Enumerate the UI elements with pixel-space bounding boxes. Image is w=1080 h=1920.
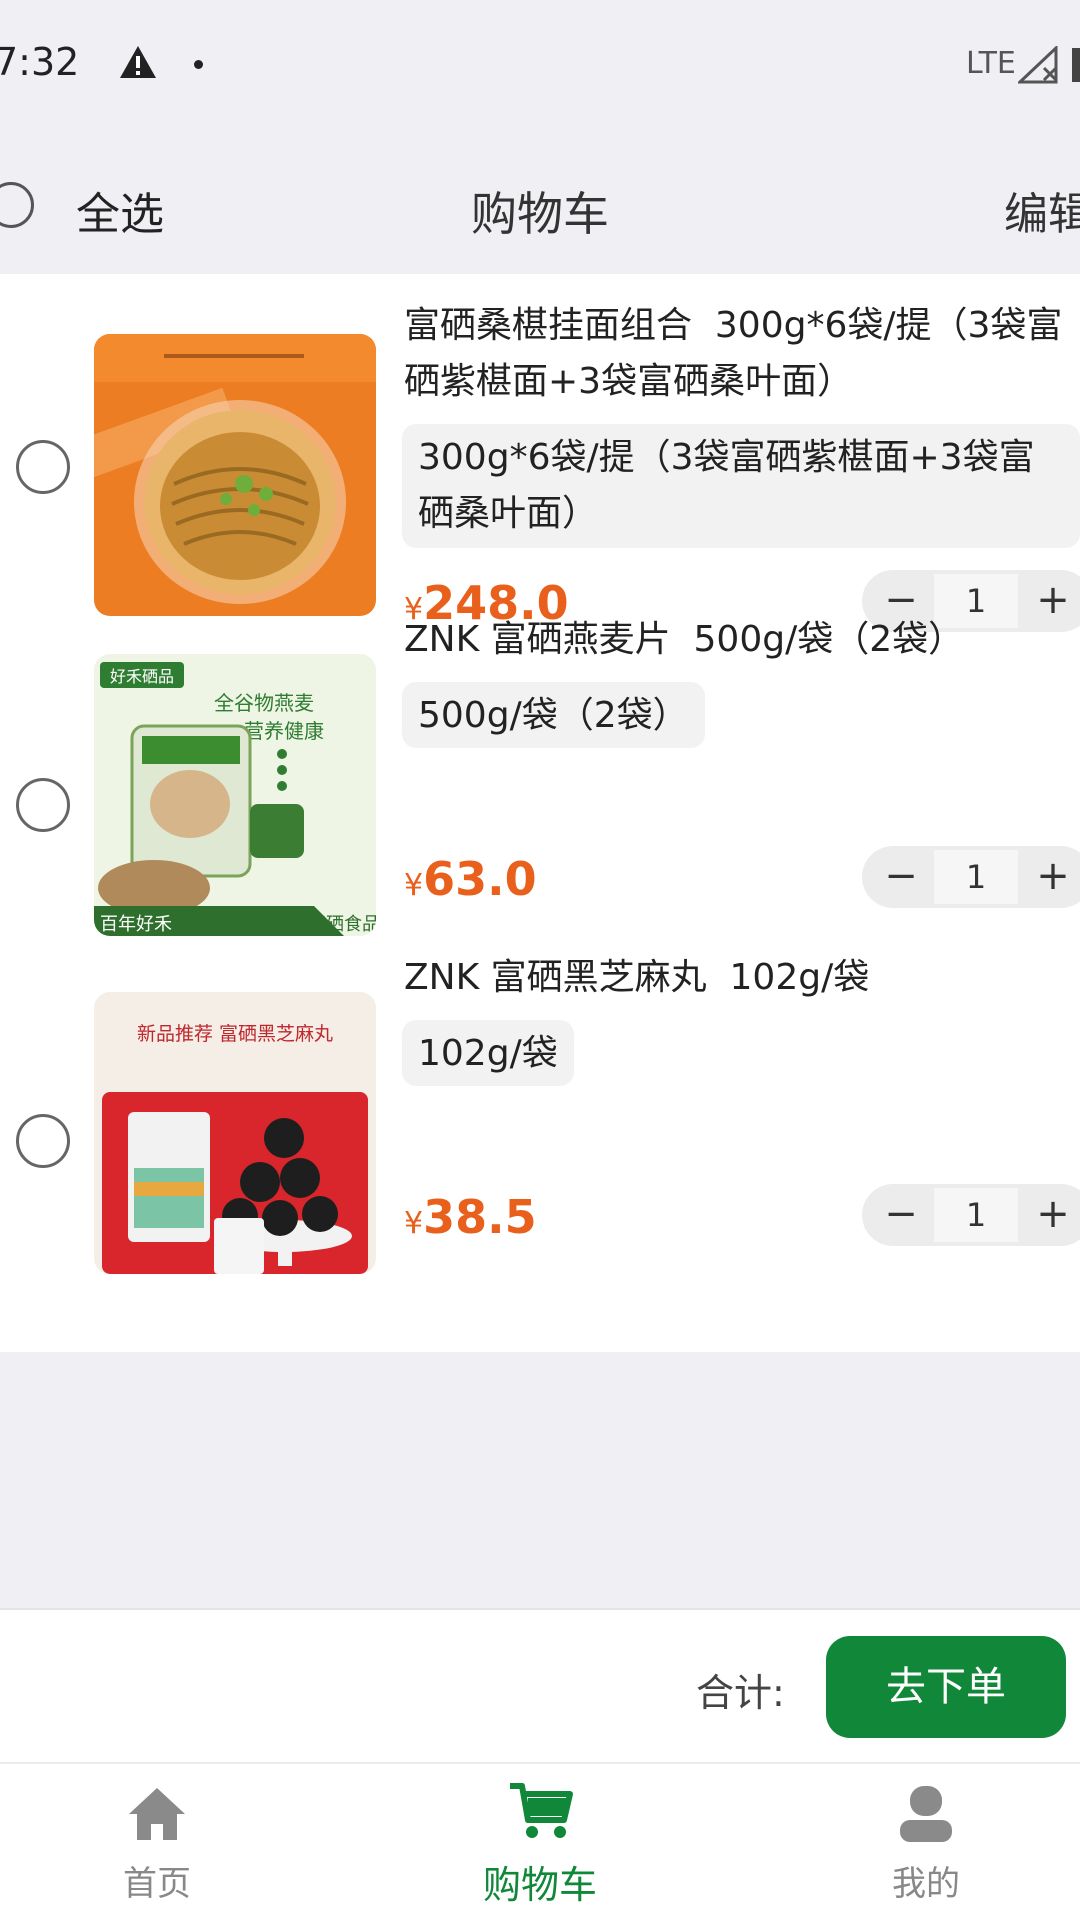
tab-label: 购物车 (482, 1863, 597, 1907)
home-icon (129, 1788, 185, 1840)
cart-icon (510, 1783, 573, 1838)
cart-item: 好禾硒品 全谷物燕麦 营养健康 百年好禾 富硒食品 ZNK 富硒燕麦片 500g… (0, 612, 1080, 950)
total-label: 合计: (696, 1671, 785, 1715)
cart-item: 新品推荐 富硒黑芝麻丸 ZNK 富硒黑芝麻丸 102g/袋 102g/袋 ¥38… (0, 950, 1080, 1288)
quantity-stepper: − 1 + (862, 1184, 1080, 1246)
tab-label: 我的 (892, 1864, 960, 1904)
product-image-black-sesame[interactable]: 新品推荐 富硒黑芝麻丸 (94, 992, 376, 1274)
svg-text:富硒食品: 富硒食品 (308, 914, 376, 935)
product-price: ¥38.5 (404, 1190, 537, 1244)
increase-quantity-button[interactable]: + (1020, 1184, 1080, 1246)
status-time: 7:32 (0, 40, 80, 84)
product-spec[interactable]: 300g*6袋/提（3袋富硒紫椹面+3袋富硒桑叶面） (402, 424, 1080, 548)
checkout-bar: 合计: 去下单 (0, 1608, 1080, 1764)
warning-icon (120, 46, 156, 78)
select-all-label[interactable]: 全选 (76, 178, 164, 242)
decrease-quantity-button[interactable]: − (868, 846, 934, 908)
price-amount: 38.5 (423, 1190, 537, 1244)
cart-header: 购物车 全选 编辑 (0, 132, 1080, 274)
item-select-radio[interactable] (16, 440, 70, 494)
svg-text:新品推荐 富硒黑芝麻丸: 新品推荐 富硒黑芝麻丸 (137, 1023, 333, 1045)
svg-text:好禾硒品: 好禾硒品 (110, 667, 174, 686)
quantity-input[interactable]: 1 (934, 850, 1018, 904)
currency-symbol: ¥ (404, 1206, 424, 1241)
cart-list: 富硒桑椹挂面组合 300g*6袋/提（3袋富硒紫椹面+3袋富硒桑叶面） 300g… (0, 274, 1080, 1352)
item-select-radio[interactable] (16, 1114, 70, 1168)
product-image-mulberry-noodles[interactable] (94, 334, 376, 616)
product-spec[interactable]: 500g/袋（2袋） (402, 682, 705, 748)
price-amount: 63.0 (423, 852, 537, 906)
product-price: ¥63.0 (404, 852, 537, 906)
product-title[interactable]: ZNK 富硒燕麦片 500g/袋（2袋） (404, 612, 1080, 668)
currency-symbol: ¥ (404, 868, 424, 903)
status-bar: 7:32 LTE (0, 0, 1080, 132)
cart-item: 富硒桑椹挂面组合 300g*6袋/提（3袋富硒紫椹面+3袋富硒桑叶面） 300g… (0, 274, 1080, 632)
svg-text:百年好禾: 百年好禾 (100, 914, 172, 935)
tab-cart[interactable]: 购物车 (440, 1764, 640, 1920)
notification-dot-icon (194, 60, 203, 69)
quantity-input[interactable]: 1 (934, 1188, 1018, 1242)
checkout-button[interactable]: 去下单 (826, 1636, 1066, 1738)
quantity-stepper: − 1 + (862, 846, 1080, 908)
product-title[interactable]: 富硒桑椹挂面组合 300g*6袋/提（3袋富硒紫椹面+3袋富硒桑叶面） (404, 298, 1080, 410)
decrease-quantity-button[interactable]: − (868, 1184, 934, 1246)
product-title[interactable]: ZNK 富硒黑芝麻丸 102g/袋 (404, 950, 1080, 1006)
item-select-radio[interactable] (16, 778, 70, 832)
battery-icon (1072, 48, 1080, 82)
increase-quantity-button[interactable]: + (1020, 846, 1080, 908)
tab-home[interactable]: 首页 (57, 1764, 257, 1920)
tab-profile[interactable]: 我的 (826, 1764, 1026, 1920)
tab-bar: 首页 购物车 我的 (0, 1762, 1080, 1920)
svg-text:营养健康: 营养健康 (244, 719, 324, 743)
signal-icon (1018, 46, 1058, 84)
product-spec[interactable]: 102g/袋 (402, 1020, 574, 1086)
cart-screen: 7:32 LTE 购物车 全选 编辑 富硒桑椹挂面组合 300g*6袋/提（3袋… (0, 0, 1080, 1920)
product-image-oatmeal[interactable]: 好禾硒品 全谷物燕麦 营养健康 百年好禾 富硒食品 (94, 654, 376, 936)
user-icon (900, 1786, 952, 1842)
tab-label: 首页 (123, 1864, 191, 1904)
svg-text:全谷物燕麦: 全谷物燕麦 (214, 691, 314, 715)
edit-button[interactable]: 编辑 (1004, 178, 1080, 242)
network-type: LTE (966, 46, 1016, 81)
